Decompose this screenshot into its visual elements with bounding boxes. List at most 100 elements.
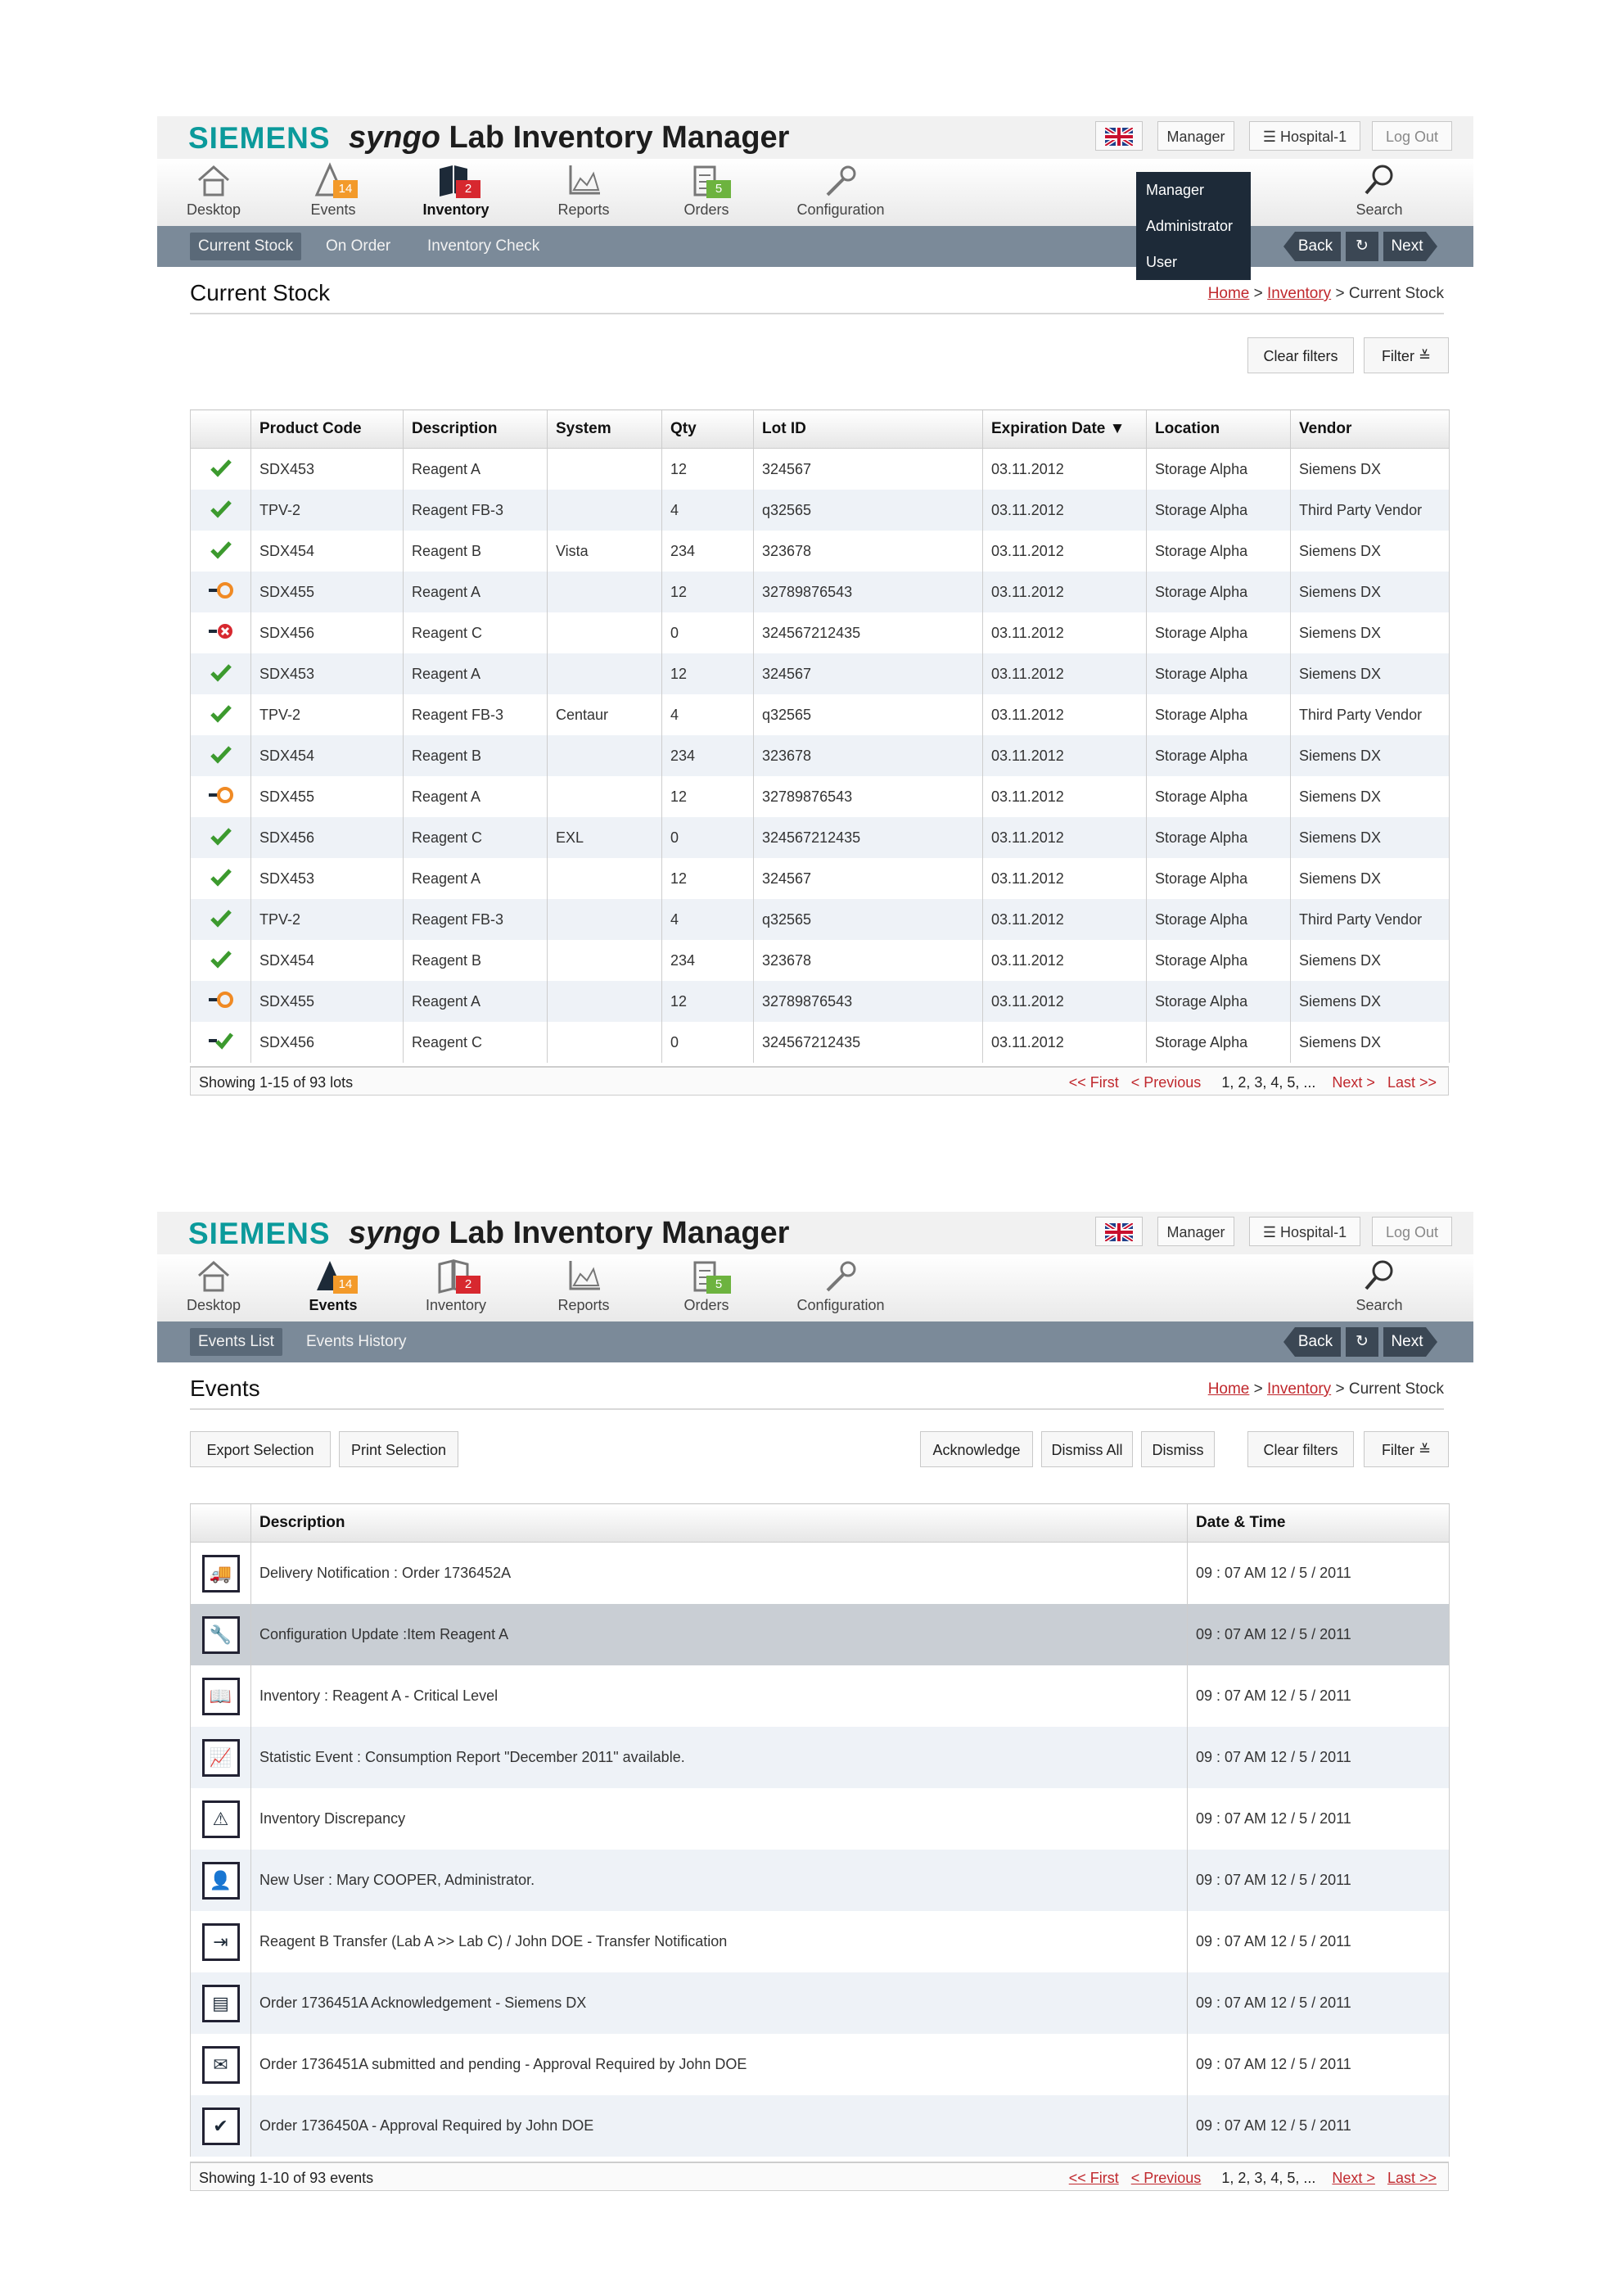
nav-inventory[interactable]: 2 Inventory <box>403 162 509 219</box>
hospital-button[interactable]: ☰ Hospital-1 <box>1249 121 1360 151</box>
nav-reports[interactable]: Reports <box>530 1258 637 1314</box>
pager-first[interactable]: << First <box>1069 2170 1119 2186</box>
table-row[interactable]: 📖 Inventory : Reagent A - Critical Level 0… <box>190 1665 1450 1727</box>
pager-last[interactable]: Last >> <box>1387 1074 1437 1091</box>
table-row[interactable]: ▤ Order 1736451A Acknowledgement - Siemen… <box>190 1972 1450 2034</box>
column-header[interactable]: Date & Time <box>1187 1503 1450 1543</box>
nav-inventory[interactable]: 2 Inventory <box>403 1258 509 1314</box>
logout-button[interactable]: Log Out <box>1372 121 1452 151</box>
pager-last[interactable]: Last >> <box>1387 2170 1437 2186</box>
nav-desktop[interactable]: Desktop <box>160 162 267 219</box>
column-header[interactable]: System <box>547 409 662 449</box>
pager-next[interactable]: Next > <box>1332 1074 1375 1091</box>
nav-reports[interactable]: Reports <box>530 162 637 219</box>
breadcrumb-inventory[interactable]: Inventory <box>1267 1380 1331 1398</box>
table-row[interactable]: SDX454 Reagent B 234 323678 03.11.2012 Storag… <box>190 735 1450 776</box>
nav-search[interactable]: Search <box>1326 162 1432 219</box>
table-row[interactable]: 🔧 Configuration Update :Item Reagent A 09 … <box>190 1604 1450 1665</box>
column-header[interactable]: Qty <box>661 409 754 449</box>
tab-events-list[interactable]: Events List <box>190 1328 282 1356</box>
back-button[interactable]: Back <box>1283 1327 1341 1357</box>
table-row[interactable]: SDX454 Reagent B Vista 234 323678 03.11.2012 S… <box>190 531 1450 572</box>
breadcrumb-inventory[interactable]: Inventory <box>1267 285 1331 302</box>
role-option-administrator[interactable]: Administrator <box>1136 208 1251 244</box>
column-header[interactable]: Lot ID <box>753 409 983 449</box>
export-selection-button[interactable]: Export Selection <box>190 1431 331 1467</box>
event-description: Order 1736451A Acknowledgement - Siemens… <box>250 1972 1188 2034</box>
role-button[interactable]: Manager <box>1157 1217 1234 1246</box>
dismiss-button[interactable]: Dismiss <box>1141 1431 1215 1467</box>
breadcrumb-home[interactable]: Home <box>1208 1380 1250 1398</box>
print-selection-button[interactable]: Print Selection <box>339 1431 458 1467</box>
column-header[interactable]: Description <box>403 409 548 449</box>
tab-inventory-check[interactable]: Inventory Check <box>419 233 548 260</box>
table-row[interactable]: ⚠ Inventory Discrepancy 09 : 07 AM 12 / 5 … <box>190 1788 1450 1850</box>
pager-next[interactable]: Next > <box>1332 2170 1375 2186</box>
table-row[interactable]: ✉ Order 1736451A submitted and pending - … <box>190 2034 1450 2095</box>
table-row[interactable]: ✔ Order 1736450A - Approval Required by J… <box>190 2095 1450 2157</box>
tab-on-order[interactable]: On Order <box>318 233 399 260</box>
nav-events[interactable]: 14 Events <box>280 162 386 219</box>
nav-configuration[interactable]: Configuration <box>771 1258 910 1314</box>
nav-desktop[interactable]: Desktop <box>160 1258 267 1314</box>
table-row[interactable]: SDX453 Reagent A 12 324567 03.11.2012 Storage… <box>190 448 1450 490</box>
filter-button[interactable]: Filter ≚ <box>1364 337 1449 373</box>
table-row[interactable]: SDX455 Reagent A 12 32789876543 03.11.2012 St… <box>190 572 1450 612</box>
language-button[interactable] <box>1095 1217 1143 1246</box>
table-row[interactable]: TPV-2 Reagent FB-3 4 q32565 03.11.2012 Storag… <box>190 899 1450 940</box>
acknowledge-button[interactable]: Acknowledge <box>920 1431 1033 1467</box>
role-option-user[interactable]: User <box>1136 244 1251 280</box>
table-row[interactable]: TPV-2 Reagent FB-3 4 q32565 03.11.2012 Storag… <box>190 490 1450 531</box>
refresh-button[interactable]: ↻ <box>1346 1327 1378 1357</box>
event-datetime: 09 : 07 AM 12 / 5 / 2011 <box>1187 1850 1450 1911</box>
back-button[interactable]: Back <box>1283 232 1341 261</box>
column-header[interactable]: Description <box>250 1503 1188 1543</box>
role-option-manager[interactable]: Manager <box>1136 172 1251 208</box>
status-cell <box>190 899 251 940</box>
nav-events[interactable]: 14 Events <box>280 1258 386 1314</box>
next-button[interactable]: Next <box>1383 232 1437 261</box>
column-header-sorted[interactable]: Expiration Date ▼ <box>982 409 1147 449</box>
table-row[interactable]: SDX453 Reagent A 12 324567 03.11.2012 Storage… <box>190 858 1450 899</box>
table-row[interactable]: 👤 New User : Mary COOPER, Administrator. 0… <box>190 1850 1450 1911</box>
cell-desc: Reagent B <box>403 735 548 776</box>
table-row[interactable]: 📈 Statistic Event : Consumption Report "D… <box>190 1727 1450 1788</box>
tab-current-stock[interactable]: Current Stock <box>190 233 302 260</box>
nav-search[interactable]: Search <box>1326 1258 1432 1314</box>
nav-orders[interactable]: 5 Orders <box>653 1258 760 1314</box>
pager-pages[interactable]: 1, 2, 3, 4, 5, ... <box>1221 2170 1315 2186</box>
tab-events-history[interactable]: Events History <box>298 1328 414 1356</box>
cell-system <box>547 899 662 940</box>
next-button[interactable]: Next <box>1383 1327 1437 1357</box>
nav-orders[interactable]: 5 Orders <box>653 162 760 219</box>
table-row[interactable]: SDX456 Reagent C EXL 0 324567212435 03.11.201… <box>190 817 1450 858</box>
hospital-button[interactable]: ☰ Hospital-1 <box>1249 1217 1360 1246</box>
dismiss-all-button[interactable]: Dismiss All <box>1041 1431 1133 1467</box>
pager-pages[interactable]: 1, 2, 3, 4, 5, ... <box>1221 1074 1315 1091</box>
column-header[interactable]: Product Code <box>250 409 404 449</box>
table-row[interactable]: SDX456 Reagent C 0 324567212435 03.11.2012 St… <box>190 1022 1450 1063</box>
nav-configuration[interactable]: Configuration <box>771 162 910 219</box>
page-title: Events <box>190 1376 260 1401</box>
table-row[interactable]: TPV-2 Reagent FB-3 Centaur 4 q32565 03.11.201… <box>190 694 1450 735</box>
table-row[interactable]: SDX455 Reagent A 12 32789876543 03.11.2012 St… <box>190 981 1450 1022</box>
column-header[interactable]: Location <box>1146 409 1291 449</box>
clear-filters-button[interactable]: Clear filters <box>1247 337 1354 373</box>
pager-previous[interactable]: < Previous <box>1131 1074 1202 1091</box>
table-row[interactable]: 🚚 Delivery Notification : Order 1736452A 0… <box>190 1542 1450 1604</box>
column-header[interactable]: Vendor <box>1290 409 1450 449</box>
logout-button[interactable]: Log Out <box>1372 1217 1452 1246</box>
table-row[interactable]: SDX453 Reagent A 12 324567 03.11.2012 Storage… <box>190 653 1450 694</box>
table-row[interactable]: SDX456 Reagent C 0 324567212435 03.11.2012 St… <box>190 612 1450 653</box>
table-row[interactable]: ⇥ Reagent B Transfer (Lab A >> Lab C) / J… <box>190 1911 1450 1972</box>
breadcrumb-home[interactable]: Home <box>1208 285 1250 302</box>
language-button[interactable] <box>1095 121 1143 151</box>
pager-previous[interactable]: < Previous <box>1131 2170 1202 2186</box>
filter-button[interactable]: Filter ≚ <box>1364 1431 1449 1467</box>
pager-first[interactable]: << First <box>1069 1074 1119 1091</box>
clear-filters-button[interactable]: Clear filters <box>1247 1431 1354 1467</box>
table-row[interactable]: SDX455 Reagent A 12 32789876543 03.11.2012 St… <box>190 776 1450 817</box>
refresh-button[interactable]: ↻ <box>1346 232 1378 261</box>
table-row[interactable]: SDX454 Reagent B 234 323678 03.11.2012 Storag… <box>190 940 1450 981</box>
role-button[interactable]: Manager <box>1157 121 1234 151</box>
